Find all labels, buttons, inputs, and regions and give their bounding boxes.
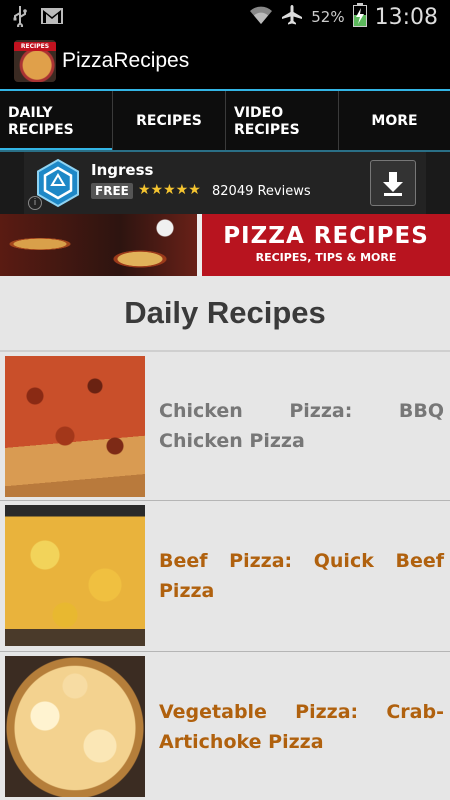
tab-more[interactable]: MORE: [338, 91, 450, 152]
battery-percent: 52%: [311, 8, 345, 26]
battery-charging-icon: [352, 3, 367, 31]
hero-subtitle: RECIPES, TIPS & MORE: [255, 251, 397, 264]
airplane-icon: [281, 4, 303, 30]
page-title: Daily Recipes: [124, 295, 326, 330]
ad-info-icon[interactable]: i: [28, 196, 42, 210]
tab-bar: DAILY RECIPES RECIPES VIDEO RECIPES MORE: [0, 91, 450, 152]
tab-recipes[interactable]: RECIPES: [112, 91, 225, 152]
ad-rating-stars: ★★★★★: [138, 182, 201, 198]
app-bar: RECIPES PizzaRecipes: [0, 32, 450, 90]
list-item[interactable]: Vegetable Pizza: Crab-Artichoke Pizza: [0, 651, 450, 800]
recipe-title: Beef Pizza: Quick Beef Pizza: [159, 550, 444, 602]
list-item[interactable]: Beef Pizza: Quick Beef Pizza: [0, 500, 450, 651]
ad-review-count: 82049 Reviews: [212, 184, 311, 199]
app-logo[interactable]: RECIPES: [14, 40, 56, 82]
recipe-list-screen: Daily Recipes Chicken Pizza: BBQ Chicken…: [0, 276, 450, 800]
recipe-thumbnail: [5, 656, 145, 797]
download-button[interactable]: [370, 160, 416, 206]
gmail-icon: [40, 7, 64, 29]
recipe-title: Vegetable Pizza: Crab-Artichoke Pizza: [159, 701, 444, 753]
recipe-thumbnail: [5, 505, 145, 646]
status-bar: 52% 13:08: [0, 0, 450, 32]
recipe-thumbnail: [5, 356, 145, 497]
wifi-icon: [249, 5, 273, 29]
ad-price-badge: FREE: [91, 183, 133, 199]
recipe-title: Chicken Pizza: BBQ Chicken Pizza: [159, 400, 444, 452]
list-item[interactable]: Chicken Pizza: BBQ Chicken Pizza: [0, 350, 450, 500]
download-arrow-icon: [383, 172, 403, 196]
hero-title: PIZZA RECIPES: [223, 223, 429, 249]
app-title: PizzaRecipes: [62, 49, 190, 72]
app-logo-label: RECIPES: [14, 42, 56, 51]
usb-icon: [12, 5, 28, 31]
tab-daily-recipes[interactable]: DAILY RECIPES: [0, 91, 112, 152]
clock: 13:08: [374, 4, 438, 30]
hero-pizza-photo: [0, 214, 200, 276]
tab-video-recipes[interactable]: VIDEO RECIPES: [225, 91, 338, 152]
ad-app-name: Ingress: [91, 161, 154, 179]
hero-banner: PIZZA RECIPES RECIPES, TIPS & MORE: [0, 214, 450, 276]
ad-banner[interactable]: i Ingress FREE ★★★★★ 82049 Reviews: [0, 152, 450, 214]
ad-content[interactable]: i Ingress FREE ★★★★★ 82049 Reviews: [24, 152, 426, 214]
